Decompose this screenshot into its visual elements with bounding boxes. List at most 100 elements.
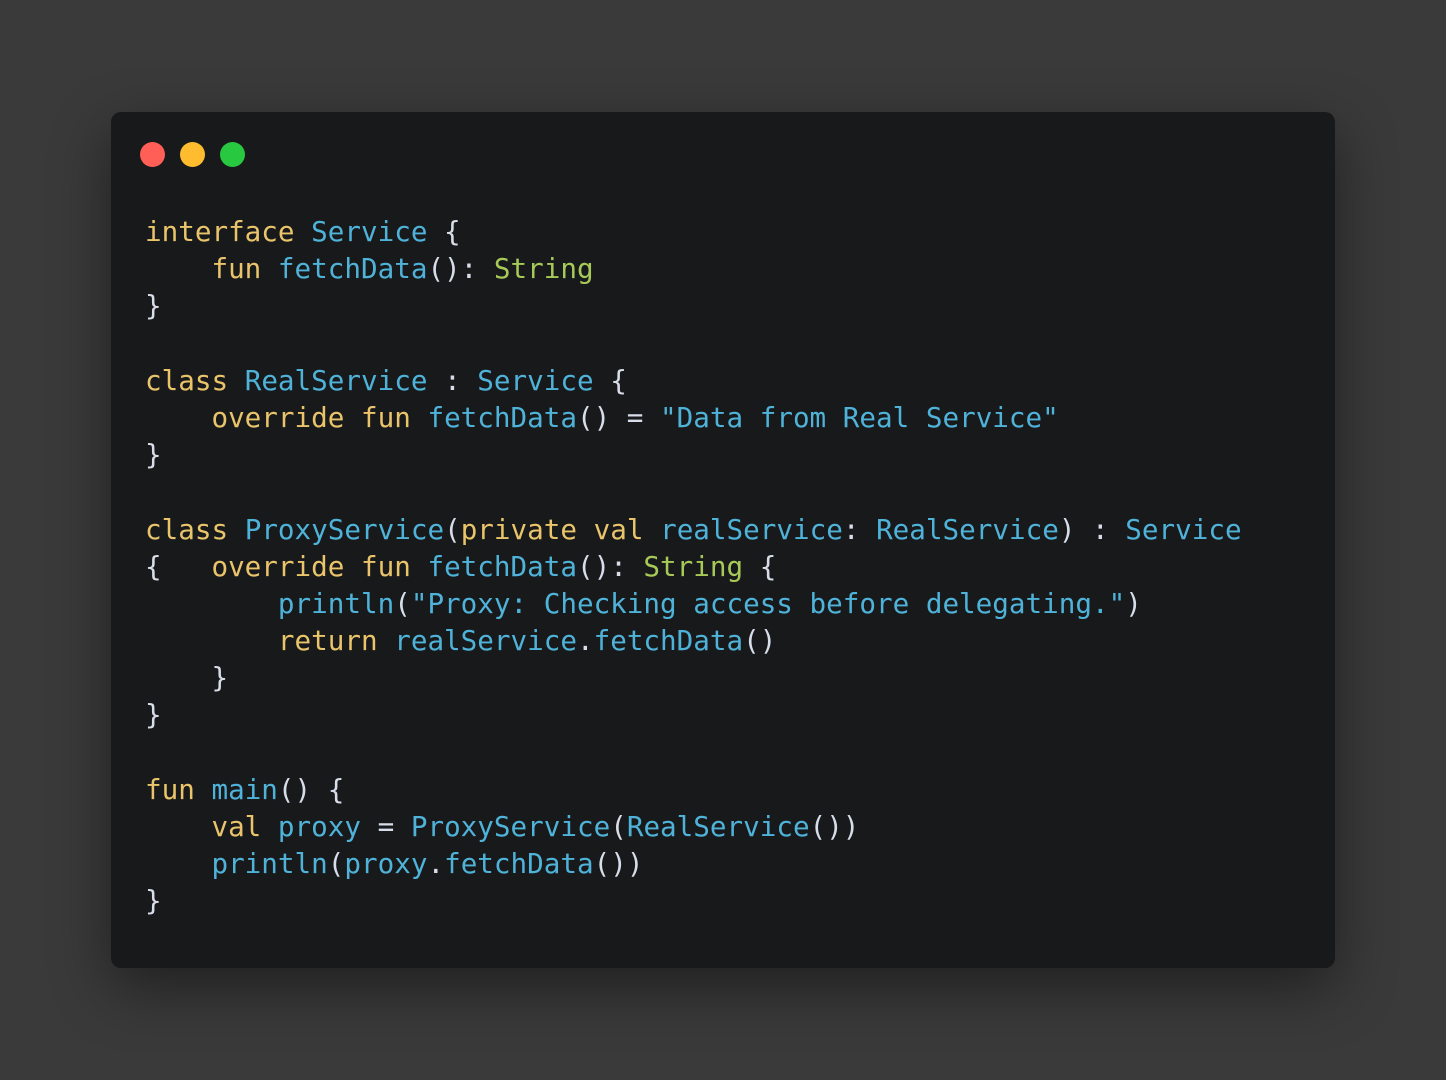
code-token: String <box>643 549 744 583</box>
code-line: class ProxyService(private val realServi… <box>145 511 1242 548</box>
code-token: val <box>211 810 262 843</box>
code-token: RealService <box>626 810 810 843</box>
code-token: RealService <box>244 363 428 397</box>
code-token: fetchData <box>593 624 744 658</box>
code-token: (): <box>427 252 494 286</box>
code-token: (): <box>576 549 644 583</box>
code-token: ( <box>394 586 411 620</box>
code-token: println <box>277 586 395 620</box>
code-token: interface <box>145 215 295 248</box>
code-token: private <box>460 512 577 546</box>
code-token: ) <box>1125 586 1142 620</box>
code-token: ProxyService <box>410 810 611 843</box>
code-token: } <box>145 884 162 918</box>
code-token: fetchData <box>277 252 428 286</box>
code-line: return realService.fetchData() <box>145 622 1242 659</box>
code-token: : <box>842 512 877 546</box>
code-token: "Proxy: Checking access before delegatin… <box>410 586 1126 620</box>
code-token: main <box>211 772 278 806</box>
code-line: class RealService : Service { <box>145 362 1242 399</box>
code-token: ( <box>610 810 627 843</box>
maximize-dot-icon[interactable] <box>220 142 245 167</box>
code-token: : <box>427 363 478 397</box>
code-token: override <box>211 400 345 434</box>
code-line: } <box>145 436 1242 473</box>
code-token: val <box>593 512 644 546</box>
code-line: println("Proxy: Checking access before d… <box>145 585 1242 622</box>
code-token: } <box>145 698 162 732</box>
code-token: fetchData <box>427 549 577 583</box>
code-line: interface Service { <box>145 213 1242 250</box>
window-controls <box>140 142 245 167</box>
code-block: interface Service { fun fetchData(): Str… <box>145 213 1242 920</box>
code-token: "Data from Real Service" <box>660 400 1059 434</box>
code-token: return <box>277 624 378 658</box>
code-line: { override fun fetchData(): String { <box>145 548 1242 585</box>
code-token: RealService <box>876 512 1059 546</box>
code-token: fun <box>211 252 262 286</box>
code-token: proxy <box>344 847 428 881</box>
code-window: interface Service { fun fetchData(): Str… <box>111 112 1335 968</box>
close-dot-icon[interactable] <box>140 142 165 167</box>
code-token: realService <box>660 512 843 546</box>
code-token: fetchData <box>427 400 577 434</box>
code-token: Service <box>477 363 594 397</box>
code-token: Service <box>1125 512 1242 546</box>
code-token: { <box>427 215 461 248</box>
code-token: fetchData <box>444 847 594 881</box>
code-line: } <box>145 696 1242 733</box>
code-token: fun <box>145 772 195 806</box>
code-token: ()) <box>809 810 860 843</box>
code-token: { <box>145 549 212 583</box>
code-token: . <box>427 847 445 881</box>
code-line: } <box>145 882 1242 919</box>
code-token: ( <box>327 847 345 881</box>
code-token: = <box>361 810 411 843</box>
code-line: } <box>145 287 1242 324</box>
code-token: { <box>593 363 627 397</box>
code-token: fun <box>360 400 411 434</box>
code-token: ( <box>444 512 461 546</box>
code-line: println(proxy.fetchData()) <box>145 845 1242 882</box>
code-token: fun <box>360 549 411 583</box>
code-line: } <box>145 659 1242 696</box>
code-token: () <box>743 624 777 658</box>
code-token: proxy <box>277 810 361 843</box>
code-token: ProxyService <box>244 512 445 546</box>
code-token: . <box>576 624 594 658</box>
code-token: String <box>493 252 594 286</box>
code-token: () = <box>576 400 661 434</box>
code-token: class <box>145 363 229 397</box>
code-token: { <box>743 549 777 583</box>
code-token: override <box>211 549 345 583</box>
code-token: ) : <box>1058 512 1126 546</box>
code-token: } <box>145 289 162 323</box>
code-line: override fun fetchData() = "Data from Re… <box>145 399 1242 436</box>
code-token: () { <box>277 772 345 806</box>
code-token: } <box>145 661 229 695</box>
code-token: println <box>211 847 328 881</box>
minimize-dot-icon[interactable] <box>180 142 205 167</box>
code-token: realService <box>394 624 577 658</box>
code-token: ()) <box>593 847 644 881</box>
code-token: } <box>145 438 162 472</box>
